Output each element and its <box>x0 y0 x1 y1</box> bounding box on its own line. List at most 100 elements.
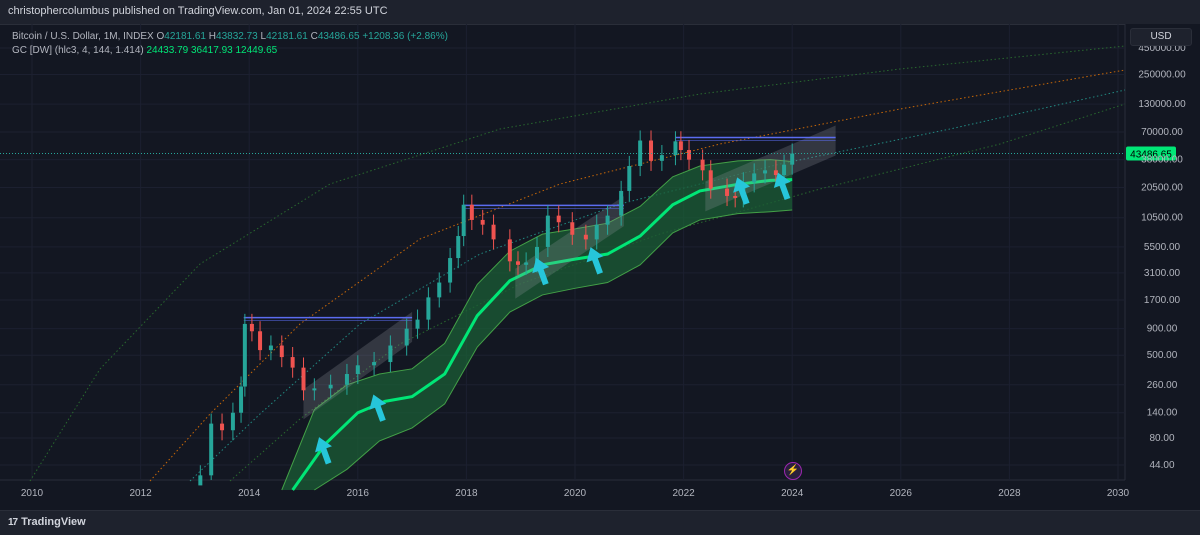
x-tick-label: 2026 <box>890 488 913 499</box>
currency-button[interactable]: USD <box>1130 28 1192 46</box>
candle-body <box>524 262 529 265</box>
candle-body <box>659 155 664 161</box>
candle-body <box>268 345 273 351</box>
legend-symbol: Bitcoin / U.S. Dollar, 1M, INDEX <box>12 31 154 42</box>
legend-high-label: H <box>208 31 217 42</box>
candle-body <box>627 166 632 191</box>
y-tick-label: 1700.00 <box>1144 295 1181 306</box>
candle-body <box>220 423 225 431</box>
candle-body <box>198 475 203 486</box>
candle-body <box>708 170 713 189</box>
x-tick-label: 2010 <box>21 488 44 499</box>
legend-ind-v3: 12449.65 <box>235 45 278 56</box>
legend-high: 43832.73 <box>216 31 258 42</box>
candle-body <box>388 345 393 363</box>
candle-body <box>790 153 795 165</box>
candle-body <box>461 204 466 237</box>
chart-legend: Bitcoin / U.S. Dollar, 1M, INDEX O42181.… <box>12 30 448 58</box>
candle-body <box>258 331 263 351</box>
y-tick-label: 260.00 <box>1147 380 1178 391</box>
legend-change: +1208.36 (+2.86%) <box>362 31 448 42</box>
x-tick-label: 2016 <box>347 488 370 499</box>
tradingview-logo-icon: 17 <box>8 517 18 528</box>
x-tick-label: 2014 <box>238 488 261 499</box>
candle-body <box>344 373 349 385</box>
y-tick-label: 3100.00 <box>1144 268 1181 279</box>
legend-close: 43486.65 <box>317 31 360 42</box>
candle-body <box>678 141 683 151</box>
candle-body <box>619 190 624 216</box>
candle-body <box>249 323 254 332</box>
legend-line-indicator: GC [DW] (hlc3, 4, 144, 1.414) 24433.79 3… <box>12 44 448 58</box>
candle-body <box>763 170 768 174</box>
candle-body <box>507 239 512 262</box>
candle-body <box>437 282 442 298</box>
candle-body <box>448 258 453 283</box>
candle-body <box>700 159 705 171</box>
candle-body <box>404 328 409 346</box>
x-tick-label: 2028 <box>998 488 1021 499</box>
brand-label: TradingView <box>21 516 86 528</box>
band-fill <box>281 159 793 491</box>
candle-body <box>515 261 520 265</box>
legend-close-label: C <box>310 31 318 42</box>
x-tick-label: 2024 <box>781 488 804 499</box>
candle-body <box>480 219 485 225</box>
bolt-icon[interactable]: ⚡ <box>784 462 802 480</box>
y-tick-label: 10500.00 <box>1141 213 1183 224</box>
legend-ind-v1: 24433.79 <box>146 45 189 56</box>
candle-body <box>279 345 284 358</box>
legend-ind-v2: 36417.93 <box>191 45 233 56</box>
candle-body <box>583 234 588 240</box>
publish-header: christophercolumbus published on Trading… <box>0 0 1200 25</box>
x-tick-label: 2030 <box>1107 488 1130 499</box>
y-tick-label: 900.00 <box>1147 324 1178 335</box>
candle-body <box>372 362 377 366</box>
candle-body <box>545 215 550 247</box>
candle-body <box>209 423 214 476</box>
candle-body <box>242 323 247 387</box>
candle-body <box>638 140 643 167</box>
publish-line: christophercolumbus published on Trading… <box>8 5 388 17</box>
candle-body <box>773 170 778 176</box>
legend-indicator: GC [DW] (hlc3, 4, 144, 1.414) <box>12 45 144 56</box>
legend-open: 42181.61 <box>164 31 206 42</box>
candle-body <box>239 386 244 413</box>
candle-body <box>556 215 561 223</box>
y-tick-label: 5500.00 <box>1144 242 1181 253</box>
candle-body <box>290 357 295 368</box>
candle-body <box>415 319 420 329</box>
y-tick-label: 70000.00 <box>1141 127 1183 138</box>
price-chart-svg[interactable]: 43486.65 44.00 80.00 140.00 260.00 500.00 900.… <box>0 24 1200 510</box>
candle-body <box>752 173 757 183</box>
candle-body <box>491 224 496 240</box>
candle-body <box>570 222 575 235</box>
y-tick-label: 38000.00 <box>1141 155 1183 166</box>
x-tick-label: 2018 <box>455 488 478 499</box>
candle-body <box>725 188 730 196</box>
candle-body <box>312 388 317 391</box>
candle-body <box>230 412 235 431</box>
candle-body <box>782 164 787 176</box>
footer-bar: 17 TradingView <box>0 510 1200 535</box>
candle-body <box>456 236 461 259</box>
x-tick-label: 2022 <box>672 488 695 499</box>
y-tick-label: 250000.00 <box>1138 70 1186 81</box>
candle-body <box>733 195 738 198</box>
x-tick-label: 2012 <box>129 488 152 499</box>
legend-line-price: Bitcoin / U.S. Dollar, 1M, INDEX O42181.… <box>12 30 448 44</box>
candle-body <box>594 224 599 240</box>
candle-body <box>328 384 333 389</box>
y-tick-label: 44.00 <box>1149 460 1174 471</box>
candle-body <box>687 150 692 160</box>
legend-low: 42181.61 <box>266 31 308 42</box>
y-tick-label: 500.00 <box>1147 350 1178 361</box>
chart-area[interactable]: 43486.65 44.00 80.00 140.00 260.00 500.00 900.… <box>0 24 1200 510</box>
y-tick-label: 130000.00 <box>1138 99 1186 110</box>
candle-body <box>649 140 654 161</box>
y-tick-label: 20500.00 <box>1141 183 1183 194</box>
candle-body <box>355 365 360 374</box>
x-tick-label: 2020 <box>564 488 587 499</box>
tradingview-logo[interactable]: 17 TradingView <box>8 516 86 528</box>
candle-body <box>301 367 306 391</box>
